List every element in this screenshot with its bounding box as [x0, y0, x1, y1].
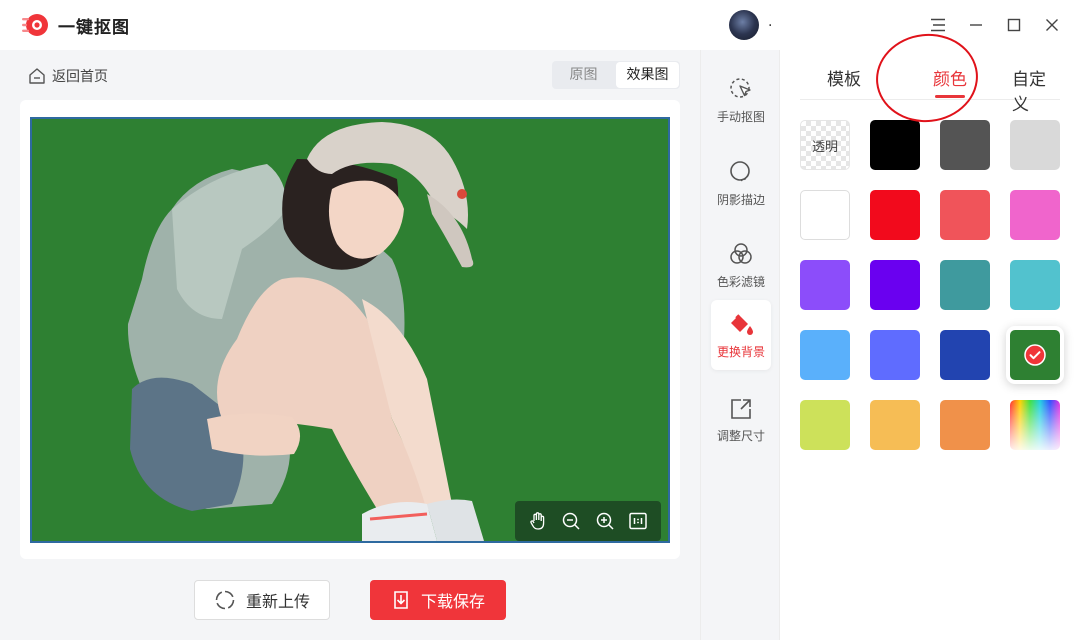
- tab-active-underline: [935, 95, 965, 98]
- subject-image: [127, 122, 484, 541]
- zoom-toolbar: [515, 501, 661, 541]
- swatch-transparent[interactable]: 透明: [800, 120, 850, 170]
- swatch-transparent-label: 透明: [811, 139, 838, 155]
- image-canvas[interactable]: [30, 117, 670, 543]
- hand-icon: [530, 512, 544, 530]
- refresh-icon: [215, 590, 235, 610]
- tab-custom[interactable]: 自定义: [1012, 65, 1060, 115]
- menu-button[interactable]: [926, 13, 950, 37]
- close-button[interactable]: [1040, 13, 1064, 37]
- tool-manual-cutout[interactable]: 手动抠图: [711, 65, 771, 135]
- canvas-card: [20, 100, 680, 559]
- view-original-tab[interactable]: 原图: [552, 61, 615, 89]
- check-circle-icon: [1024, 344, 1046, 366]
- color-filter-icon: [730, 242, 752, 264]
- download-button[interactable]: 下载保存: [370, 580, 506, 620]
- minimize-button[interactable]: [964, 13, 988, 37]
- tool-rail: 手动抠图 阴影描边 色彩滤镜 更换背景 调整尺寸: [700, 50, 780, 640]
- zoom-out-icon: [563, 512, 580, 530]
- swatch-purple[interactable]: [870, 260, 920, 310]
- maximize-icon: [1007, 18, 1021, 32]
- swatch-lime[interactable]: [800, 400, 850, 450]
- view-toggle: 原图 效果图: [552, 61, 680, 89]
- swatch-sky-blue[interactable]: [800, 330, 850, 380]
- username[interactable]: .: [768, 14, 772, 30]
- shadow-stroke-icon: [730, 160, 750, 181]
- swatch-violet[interactable]: [800, 260, 850, 310]
- tool-label: 更换背景: [716, 344, 765, 359]
- swatch-cyan[interactable]: [1010, 260, 1060, 310]
- swatch-black[interactable]: [870, 120, 920, 170]
- tab-template[interactable]: 模板: [827, 65, 861, 90]
- tool-label: 调整尺寸: [716, 428, 765, 443]
- swatch-red[interactable]: [870, 190, 920, 240]
- back-home-label: 返回首页: [52, 69, 108, 85]
- background-panel: 模板 颜色 自定义 透明: [780, 50, 1080, 640]
- reupload-button[interactable]: 重新上传: [194, 580, 330, 620]
- actual-size-icon: [629, 512, 647, 530]
- swatch-green-selected[interactable]: [1010, 330, 1060, 380]
- app-title: 一键抠图: [58, 18, 130, 38]
- swatch-custom-color-picker[interactable]: [1010, 400, 1060, 450]
- zoom-out-button[interactable]: [559, 509, 583, 533]
- actual-size-button[interactable]: [626, 509, 650, 533]
- swatch-dark-gray[interactable]: [940, 120, 990, 170]
- back-home-link[interactable]: 返回首页: [28, 66, 108, 86]
- user-avatar[interactable]: [729, 10, 759, 40]
- tool-label: 色彩滤镜: [716, 274, 765, 289]
- minimize-icon: [970, 24, 982, 26]
- tool-color-filter[interactable]: 色彩滤镜: [711, 230, 771, 300]
- paint-bucket-icon: [731, 313, 753, 335]
- download-icon: [394, 591, 408, 609]
- tool-resize[interactable]: 调整尺寸: [711, 385, 771, 455]
- panel-tabs: 模板 颜色 自定义: [800, 50, 1060, 115]
- close-icon: [1046, 19, 1058, 31]
- tool-shadow-stroke[interactable]: 阴影描边: [711, 148, 771, 218]
- maximize-button[interactable]: [1002, 13, 1026, 37]
- view-result-tab[interactable]: 效果图: [616, 62, 679, 88]
- swatch-royal-blue[interactable]: [940, 330, 990, 380]
- app-logo-icon: [22, 14, 48, 36]
- resize-icon: [731, 398, 751, 419]
- swatch-yellow[interactable]: [870, 400, 920, 450]
- hand-tool-button[interactable]: [526, 509, 550, 533]
- tab-color[interactable]: 颜色: [933, 65, 967, 90]
- title-bar: 一键抠图 .: [0, 0, 1080, 50]
- menu-icon: [931, 18, 945, 32]
- zoom-in-button[interactable]: [593, 509, 617, 533]
- download-label: 下载保存: [420, 592, 485, 611]
- swatch-periwinkle[interactable]: [870, 330, 920, 380]
- reupload-label: 重新上传: [245, 592, 310, 611]
- tool-label: 手动抠图: [716, 109, 765, 124]
- home-icon: [29, 68, 45, 84]
- zoom-in-icon: [596, 512, 614, 530]
- swatch-white[interactable]: [800, 190, 850, 240]
- swatch-pink[interactable]: [1010, 190, 1060, 240]
- tool-label: 阴影描边: [716, 192, 765, 207]
- manual-cutout-icon: [730, 77, 751, 98]
- swatch-light-gray[interactable]: [1010, 120, 1060, 170]
- tool-change-background[interactable]: 更换背景: [711, 300, 771, 370]
- swatch-coral[interactable]: [940, 190, 990, 240]
- swatch-teal[interactable]: [940, 260, 990, 310]
- work-area: 返回首页 原图 效果图 重新上传 下载保存: [0, 50, 700, 640]
- swatch-orange[interactable]: [940, 400, 990, 450]
